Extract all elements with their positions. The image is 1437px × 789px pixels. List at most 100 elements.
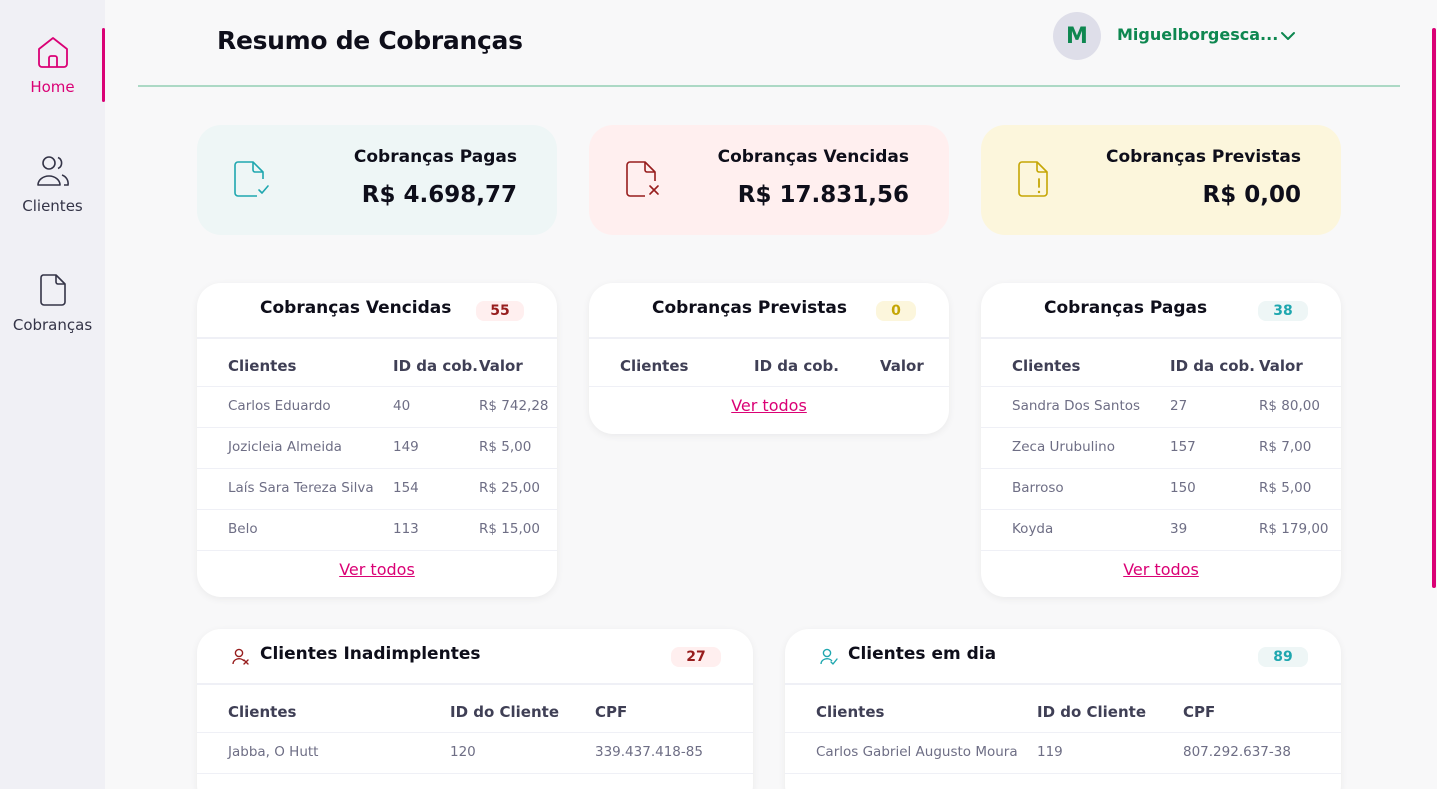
table-header: Clientes ID da cob. Valor	[589, 339, 949, 387]
see-all-link[interactable]: Ver todos	[197, 551, 557, 579]
column-header: ID da cob.	[754, 357, 839, 375]
table-row[interactable]: Zeca Urubulino 157 R$ 7,00	[981, 428, 1341, 469]
user-check-icon	[820, 648, 838, 666]
column-header: Valor	[1259, 357, 1303, 375]
table-row[interactable]: Carlos Gabriel Augusto Moura 119 807.292…	[785, 733, 1341, 774]
card-title: Cobranças Vencidas	[260, 298, 452, 318]
paid-charges-card: Cobranças Pagas 38 Clientes ID da cob. V…	[981, 283, 1341, 597]
defaulting-clients-card: Clientes Inadimplentes 27 Clientes ID do…	[197, 629, 753, 789]
table-header: Clientes ID do Cliente CPF	[785, 685, 1341, 733]
sidebar: Home Clientes Cobranças	[0, 0, 105, 789]
card-title: Cobranças Previstas	[652, 298, 847, 318]
scrollbar[interactable]	[1432, 28, 1436, 588]
cell-value: R$ 179,00	[1259, 521, 1329, 537]
table-header: Clientes ID do Cliente CPF	[197, 685, 753, 733]
sidebar-item-label: Home	[30, 78, 75, 96]
avatar[interactable]: M	[1053, 12, 1101, 60]
column-header: Clientes	[1012, 357, 1081, 375]
table-row[interactable]: Sandra Dos Santos 27 R$ 80,00	[981, 387, 1341, 428]
document-x-icon	[625, 159, 665, 201]
card-header: Clientes Inadimplentes 27	[197, 629, 753, 685]
cell-id: 154	[393, 480, 419, 496]
column-header: Clientes	[620, 357, 689, 375]
table-row[interactable]: Carlos Eduardo 40 R$ 742,28	[197, 387, 557, 428]
card-header: Cobranças Pagas 38	[981, 283, 1341, 339]
summary-value: R$ 0,00	[1202, 182, 1301, 208]
summary-value: R$ 4.698,77	[361, 182, 517, 208]
summary-title: Cobranças Previstas	[1106, 147, 1301, 167]
sidebar-item-label: Clientes	[22, 197, 83, 215]
column-header: ID do Cliente	[450, 703, 560, 721]
cell-id: 27	[1170, 398, 1188, 414]
sidebar-item-cobrancas[interactable]: Cobranças	[0, 274, 105, 334]
column-header: ID da cob.	[1170, 357, 1255, 375]
cell-client: Carlos Eduardo	[228, 398, 331, 414]
chevron-down-icon[interactable]	[1278, 27, 1298, 45]
see-all-link[interactable]: Ver todos	[981, 551, 1341, 579]
column-header: Clientes	[228, 703, 297, 721]
table-row[interactable]: Barroso 150 R$ 5,00	[981, 469, 1341, 510]
cell-cpf: 807.292.637-38	[1183, 744, 1291, 760]
table-row[interactable]: Belo 113 R$ 15,00	[197, 510, 557, 551]
document-alert-icon	[1017, 159, 1057, 201]
see-all-link[interactable]: Ver todos	[589, 387, 949, 415]
card-header: Clientes em dia 89	[785, 629, 1341, 685]
card-title: Clientes Inadimplentes	[260, 644, 481, 664]
cell-client: Carlos Gabriel Augusto Moura	[816, 744, 1018, 760]
cell-id: 113	[393, 521, 419, 537]
table-row[interactable]: Jozicleia Almeida 149 R$ 5,00	[197, 428, 557, 469]
card-header: Cobranças Vencidas 55	[197, 283, 557, 339]
cell-value: R$ 15,00	[479, 521, 540, 537]
column-header: Clientes	[816, 703, 885, 721]
document-check-icon	[233, 159, 273, 201]
cell-id: 39	[1170, 521, 1188, 537]
table-header: Clientes ID da cob. Valor	[197, 339, 557, 387]
cell-value: R$ 742,28	[479, 398, 549, 414]
cell-id: 40	[393, 398, 411, 414]
users-icon	[36, 155, 70, 191]
count-badge: 0	[876, 301, 916, 321]
cell-id: 119	[1037, 744, 1063, 760]
summary-card-paid: Cobranças Pagas R$ 4.698,77	[197, 125, 557, 235]
card-title: Clientes em dia	[848, 644, 997, 664]
summary-card-pending: Cobranças Previstas R$ 0,00	[981, 125, 1341, 235]
cell-client: Jozicleia Almeida	[228, 439, 342, 455]
cell-value: R$ 25,00	[479, 480, 540, 496]
count-badge: 89	[1258, 647, 1308, 667]
column-header: ID do Cliente	[1037, 703, 1147, 721]
cell-value: R$ 5,00	[479, 439, 532, 455]
cell-id: 120	[450, 744, 476, 760]
sidebar-item-clientes[interactable]: Clientes	[0, 155, 105, 215]
table-row[interactable]: Laís Sara Tereza Silva 154 R$ 25,00	[197, 469, 557, 510]
summary-value: R$ 17.831,56	[737, 182, 909, 208]
page-title: Resumo de Cobranças	[217, 26, 523, 55]
cell-cpf: 339.437.418-85	[595, 744, 703, 760]
cell-value: R$ 80,00	[1259, 398, 1320, 414]
document-icon	[38, 274, 68, 310]
user-name[interactable]: Miguelborgesca...	[1117, 25, 1278, 44]
count-badge: 38	[1258, 301, 1308, 321]
cell-client: Jabba, O Hutt	[228, 744, 319, 760]
summary-title: Cobranças Pagas	[353, 147, 517, 167]
cell-client: Koyda	[1012, 521, 1054, 537]
card-title: Cobranças Pagas	[1044, 298, 1208, 318]
cell-id: 149	[393, 439, 419, 455]
sidebar-item-home[interactable]: Home	[0, 36, 105, 96]
cell-id: 150	[1170, 480, 1196, 496]
column-header: Clientes	[228, 357, 297, 375]
header-divider	[138, 85, 1400, 87]
summary-title: Cobranças Vencidas	[717, 147, 909, 167]
cell-client: Belo	[228, 521, 258, 537]
summary-card-overdue: Cobranças Vencidas R$ 17.831,56	[589, 125, 949, 235]
user-x-icon	[232, 648, 250, 666]
sidebar-item-label: Cobranças	[12, 316, 93, 334]
table-row[interactable]: Jabba, O Hutt 120 339.437.418-85	[197, 733, 753, 774]
cell-client: Barroso	[1012, 480, 1064, 496]
column-header: Valor	[479, 357, 523, 375]
card-header: Cobranças Previstas 0	[589, 283, 949, 339]
cell-client: Sandra Dos Santos	[1012, 398, 1141, 414]
table-row[interactable]: Koyda 39 R$ 179,00	[981, 510, 1341, 551]
active-indicator	[102, 28, 105, 102]
column-header: ID da cob.	[393, 357, 478, 375]
up-to-date-clients-card: Clientes em dia 89 Clientes ID do Client…	[785, 629, 1341, 789]
